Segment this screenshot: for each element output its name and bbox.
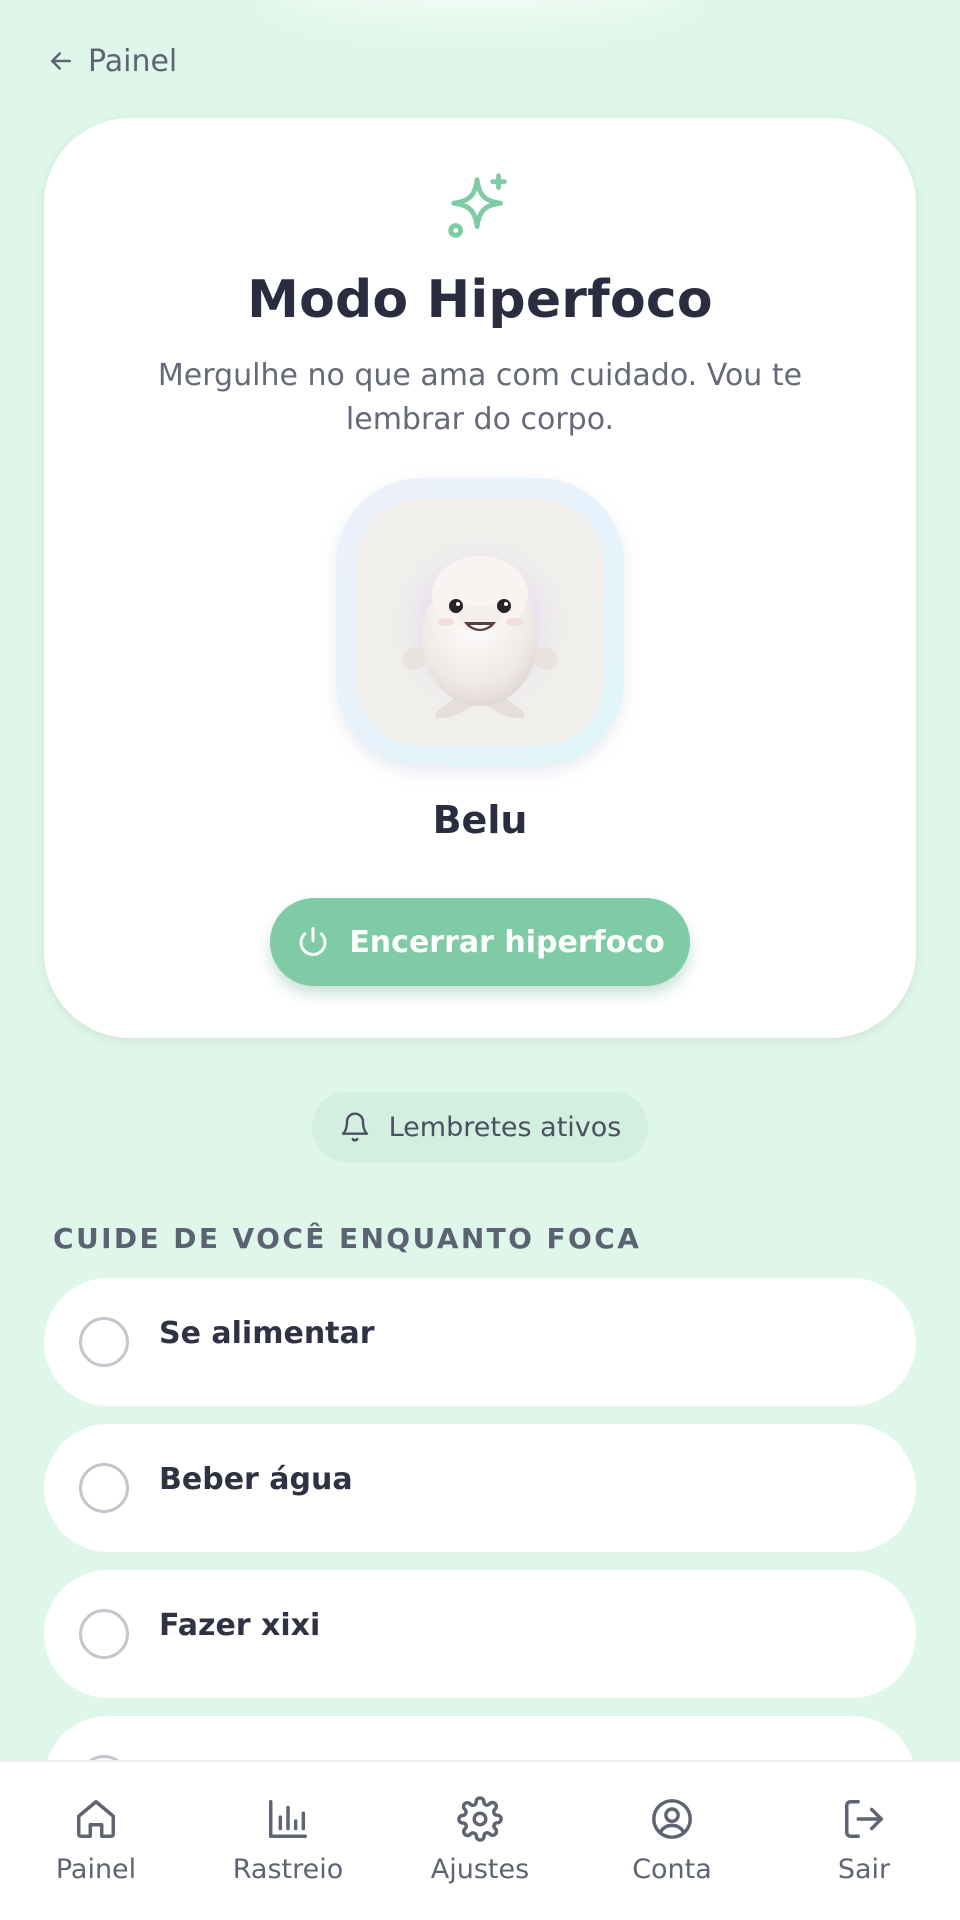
bottom-nav: Painel Rastreio Ajustes Conta Sair [0, 1760, 960, 1920]
end-hyperfocus-button[interactable]: Encerrar hiperfoco [270, 898, 690, 986]
nav-item-conta[interactable]: Conta [592, 1762, 752, 1920]
checkbox[interactable] [79, 1609, 129, 1659]
nav-item-label: Ajustes [430, 1854, 530, 1885]
nav-item-painel[interactable]: Painel [16, 1762, 176, 1920]
bar-chart-icon [269, 1800, 307, 1838]
care-item-drink-water[interactable]: Beber água [44, 1424, 916, 1552]
home-icon [77, 1800, 115, 1838]
nav-item-ajustes[interactable]: Ajustes [400, 1762, 560, 1920]
back-link-label: Painel [88, 43, 178, 79]
checkbox[interactable] [79, 1463, 129, 1513]
top-glow [270, 0, 690, 20]
hyperfocus-card: Modo Hiperfoco Mergulhe no que ama com c… [44, 118, 916, 1038]
pet-avatar [336, 478, 624, 766]
care-item-label: Beber água [159, 1462, 353, 1497]
nav-item-sair[interactable]: Sair [784, 1762, 944, 1920]
end-hyperfocus-label: Encerrar hiperfoco [349, 924, 665, 960]
care-item-label: Fazer xixi [159, 1608, 321, 1643]
sparkles-icon [448, 173, 507, 238]
arrow-left-icon [51, 52, 71, 70]
page-title: Modo Hiperfoco [247, 270, 713, 330]
page-subtitle: Mergulhe no que ama com cuidado. Vou te … [157, 358, 803, 437]
logout-icon [845, 1800, 883, 1838]
back-link[interactable]: Painel [46, 38, 177, 84]
care-item-eat[interactable]: Se alimentar [44, 1278, 916, 1406]
bell-icon [341, 1112, 368, 1142]
pet-avatar-image [356, 498, 604, 746]
pet-name: Belu [432, 798, 528, 842]
nav-item-label: Rastreio [232, 1854, 344, 1885]
reminders-label: Lembretes ativos [388, 1111, 622, 1143]
nav-item-label: Sair [837, 1854, 891, 1885]
care-section-title: CUIDE DE VOCÊ ENQUANTO FOCA [53, 1222, 642, 1255]
reminders-status[interactable]: Lembretes ativos [312, 1092, 648, 1162]
user-circle-icon [652, 1799, 692, 1839]
care-item-bathroom[interactable]: Fazer xixi [44, 1570, 916, 1698]
checkbox[interactable] [79, 1317, 129, 1367]
nav-item-label: Conta [632, 1854, 712, 1885]
nav-item-label: Painel [55, 1854, 137, 1885]
power-icon [299, 927, 327, 956]
care-item-label: Se alimentar [159, 1316, 375, 1351]
gear-icon [457, 1796, 503, 1842]
nav-item-rastreio[interactable]: Rastreio [208, 1762, 368, 1920]
